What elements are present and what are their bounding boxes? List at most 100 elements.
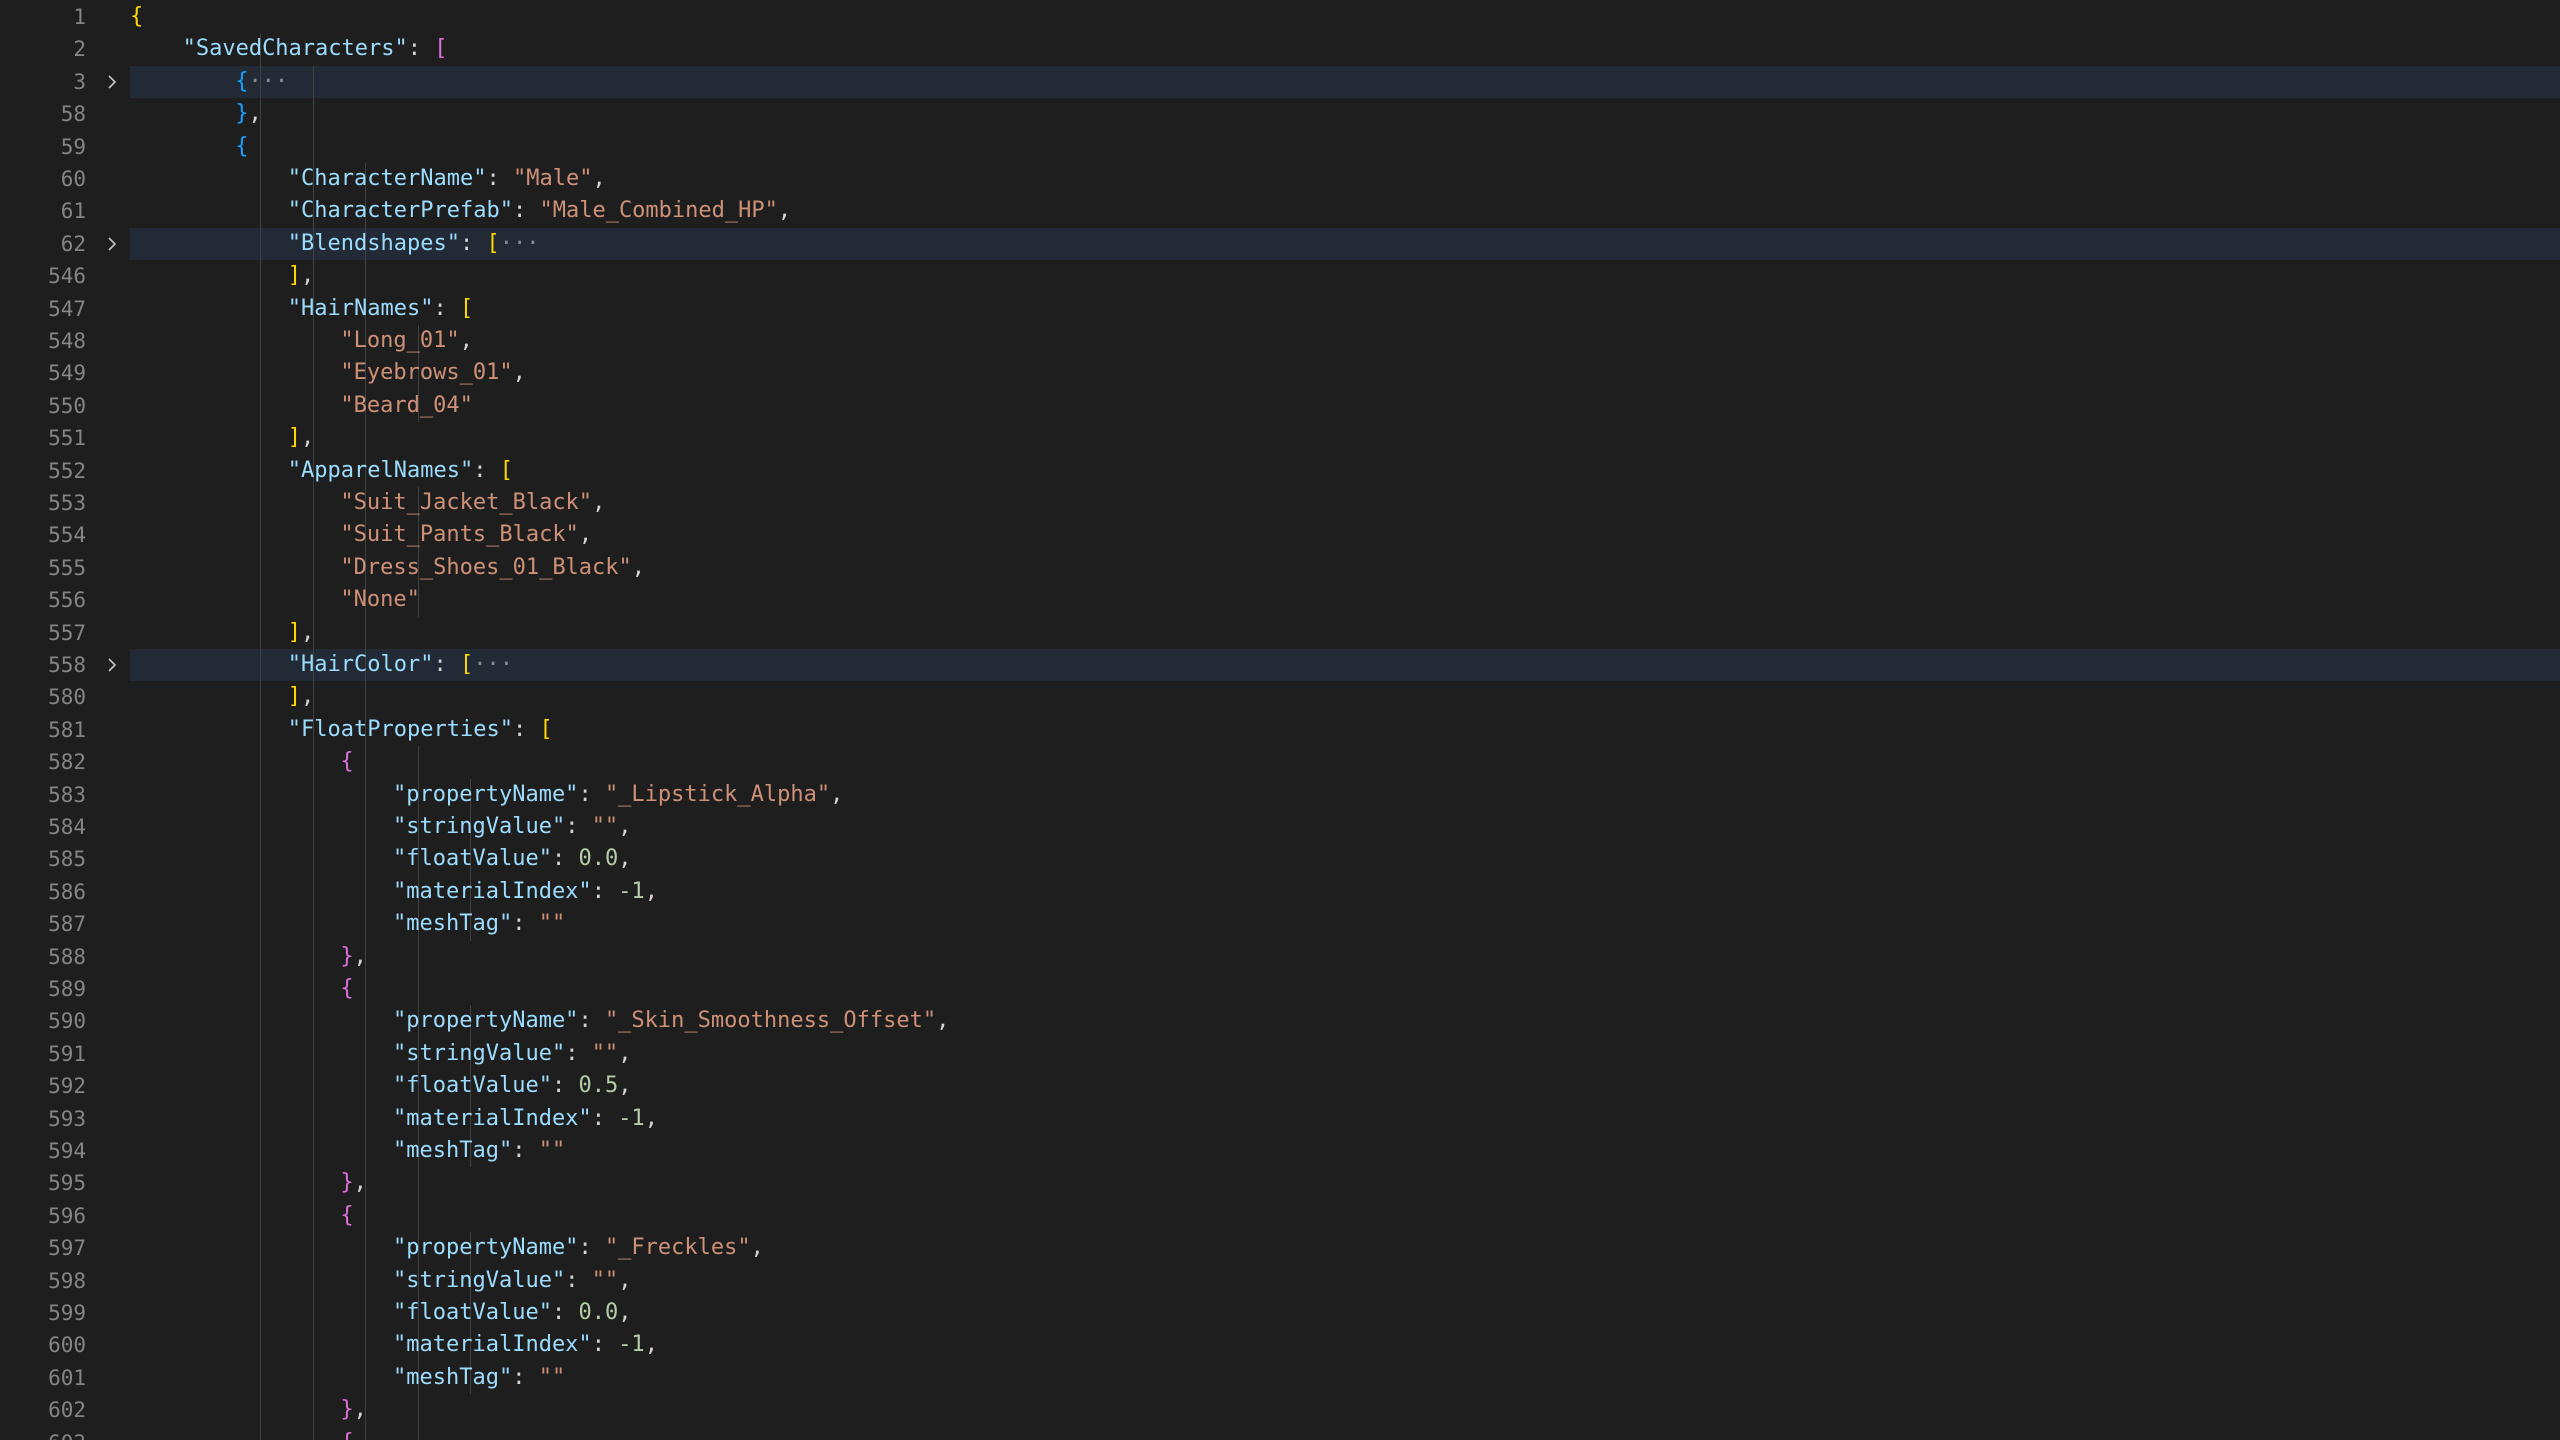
code-line[interactable]: 58},: [0, 98, 2560, 131]
code-content[interactable]: {: [130, 1426, 2560, 1440]
folded-ellipsis[interactable]: ···: [248, 69, 288, 94]
code-line[interactable]: 557],: [0, 616, 2560, 649]
code-line[interactable]: 580],: [0, 681, 2560, 714]
code-line[interactable]: 592 "floatValue": 0.5,: [0, 1070, 2560, 1103]
code-line[interactable]: 548 "Long_01",: [0, 325, 2560, 358]
code-content[interactable]: "meshTag": "": [130, 1135, 2560, 1168]
code-line[interactable]: 554 "Suit_Pants_Black",: [0, 519, 2560, 552]
json-bracket: {: [340, 1202, 354, 1228]
fold-chevron-right-icon[interactable]: [100, 228, 124, 260]
code-line[interactable]: 594 "meshTag": "": [0, 1135, 2560, 1168]
code-content[interactable]: "Beard_04": [130, 389, 2560, 423]
code-line[interactable]: 599 "floatValue": 0.0,: [0, 1297, 2560, 1330]
code-content[interactable]: "stringValue": "",: [130, 1037, 2560, 1071]
code-line[interactable]: 1{: [0, 1, 2560, 33]
code-line[interactable]: 591 "stringValue": "",: [0, 1037, 2560, 1071]
code-content[interactable]: ],: [130, 681, 2560, 714]
code-content[interactable]: "propertyName": "_Skin_Smoothness_Offset…: [130, 1005, 2560, 1038]
code-line[interactable]: 584 "stringValue": "",: [0, 811, 2560, 844]
code-line[interactable]: 597 "propertyName": "_Freckles",: [0, 1232, 2560, 1265]
code-line[interactable]: 553 "Suit_Jacket_Black",: [0, 487, 2560, 520]
json-string: "Eyebrows_01": [340, 360, 513, 386]
indent-guide: [312, 778, 314, 811]
code-content[interactable]: {: [130, 1199, 2560, 1233]
code-line[interactable]: 598 "stringValue": "",: [0, 1264, 2560, 1297]
code-line[interactable]: 585 "floatValue": 0.0,: [0, 843, 2560, 876]
code-content[interactable]: "ApparelNames": [: [130, 454, 2560, 487]
code-content[interactable]: "materialIndex": -1,: [130, 1102, 2560, 1135]
code-content[interactable]: "materialIndex": -1,: [130, 875, 2560, 909]
code-content[interactable]: "floatValue": 0.5,: [130, 1070, 2560, 1103]
code-line[interactable]: 600 "materialIndex": -1,: [0, 1329, 2560, 1362]
code-content[interactable]: },: [130, 940, 2560, 973]
code-content[interactable]: "meshTag": "": [130, 1361, 2560, 1395]
fold-chevron-right-icon[interactable]: [100, 66, 124, 98]
code-content[interactable]: {: [130, 1, 2560, 33]
code-line[interactable]: 59 {: [0, 130, 2560, 163]
code-line[interactable]: 601 "meshTag": "": [0, 1361, 2560, 1395]
code-line[interactable]: 2 "SavedCharacters": [: [0, 33, 2560, 66]
code-line[interactable]: 588},: [0, 940, 2560, 973]
code-content[interactable]: {: [130, 130, 2560, 163]
code-content[interactable]: "None": [130, 584, 2560, 617]
code-content[interactable]: "stringValue": "",: [130, 1264, 2560, 1297]
code-line[interactable]: 3 {···: [0, 65, 2560, 99]
code-content[interactable]: "Dress_Shoes_01_Black",: [130, 551, 2560, 585]
code-content[interactable]: "SavedCharacters": [: [130, 33, 2560, 66]
code-content[interactable]: },: [130, 1167, 2560, 1200]
code-line[interactable]: 60 "CharacterName": "Male",: [0, 163, 2560, 196]
code-content[interactable]: "propertyName": "_Lipstick_Alpha",: [130, 778, 2560, 811]
code-line[interactable]: 551],: [0, 422, 2560, 455]
code-line[interactable]: 593 "materialIndex": -1,: [0, 1102, 2560, 1135]
code-line[interactable]: 590 "propertyName": "_Skin_Smoothness_Off…: [0, 1005, 2560, 1038]
code-content[interactable]: },: [130, 1394, 2560, 1427]
code-content[interactable]: {···: [130, 65, 2560, 99]
code-content[interactable]: "stringValue": "",: [130, 811, 2560, 844]
folded-ellipsis[interactable]: ···: [473, 652, 513, 677]
code-content[interactable]: "Suit_Jacket_Black",: [130, 487, 2560, 520]
code-line[interactable]: 547 "HairNames": [: [0, 292, 2560, 325]
folded-ellipsis[interactable]: ···: [500, 231, 540, 256]
code-content[interactable]: "materialIndex": -1,: [130, 1329, 2560, 1362]
code-content[interactable]: "Eyebrows_01",: [130, 357, 2560, 390]
code-line[interactable]: 549 "Eyebrows_01",: [0, 357, 2560, 390]
code-content[interactable]: "Suit_Pants_Black",: [130, 519, 2560, 552]
code-content[interactable]: "HairNames": [: [130, 292, 2560, 325]
code-line[interactable]: 603 {: [0, 1426, 2560, 1440]
code-line[interactable]: 556 "None": [0, 584, 2560, 617]
fold-chevron-right-icon[interactable]: [100, 649, 124, 681]
code-line[interactable]: 589 {: [0, 973, 2560, 1006]
code-line[interactable]: 546],: [0, 260, 2560, 293]
code-content[interactable]: "propertyName": "_Freckles",: [130, 1232, 2560, 1265]
code-content[interactable]: ],: [130, 260, 2560, 293]
code-content[interactable]: {: [130, 746, 2560, 779]
code-line[interactable]: 602},: [0, 1394, 2560, 1427]
code-line[interactable]: 552 "ApparelNames": [: [0, 454, 2560, 487]
code-content[interactable]: "HairColor": [···: [130, 649, 2560, 682]
code-content[interactable]: "Long_01",: [130, 325, 2560, 358]
code-content[interactable]: ],: [130, 616, 2560, 649]
code-content[interactable]: },: [130, 98, 2560, 131]
code-content[interactable]: "FloatProperties": [: [130, 713, 2560, 747]
code-content[interactable]: "CharacterName": "Male",: [130, 163, 2560, 196]
code-content[interactable]: "Blendshapes": [···: [130, 227, 2560, 261]
code-line[interactable]: 555 "Dress_Shoes_01_Black",: [0, 551, 2560, 585]
code-line[interactable]: 581 "FloatProperties": [: [0, 713, 2560, 747]
code-content[interactable]: ],: [130, 422, 2560, 455]
code-content[interactable]: {: [130, 973, 2560, 1006]
code-line[interactable]: 595},: [0, 1167, 2560, 1200]
code-line[interactable]: 550 "Beard_04": [0, 389, 2560, 423]
code-content[interactable]: "floatValue": 0.0,: [130, 843, 2560, 876]
code-line[interactable]: 596 {: [0, 1199, 2560, 1233]
code-line[interactable]: 583 "propertyName": "_Lipstick_Alpha",: [0, 778, 2560, 811]
code-content[interactable]: "meshTag": "": [130, 908, 2560, 941]
code-content[interactable]: "CharacterPrefab": "Male_Combined_HP",: [130, 195, 2560, 228]
code-line[interactable]: 587 "meshTag": "": [0, 908, 2560, 941]
code-content[interactable]: "floatValue": 0.0,: [130, 1297, 2560, 1330]
code-line[interactable]: 61 "CharacterPrefab": "Male_Combined_HP",: [0, 195, 2560, 228]
code-editor[interactable]: 1{2 "SavedCharacters": [3 {··· 58}, 59{60 "Ch…: [0, 0, 2560, 1440]
code-line[interactable]: 558 "HairColor": [···: [0, 649, 2560, 682]
code-line[interactable]: 62 "Blendshapes": [···: [0, 227, 2560, 261]
code-line[interactable]: 582 {: [0, 746, 2560, 779]
code-line[interactable]: 586 "materialIndex": -1,: [0, 875, 2560, 909]
